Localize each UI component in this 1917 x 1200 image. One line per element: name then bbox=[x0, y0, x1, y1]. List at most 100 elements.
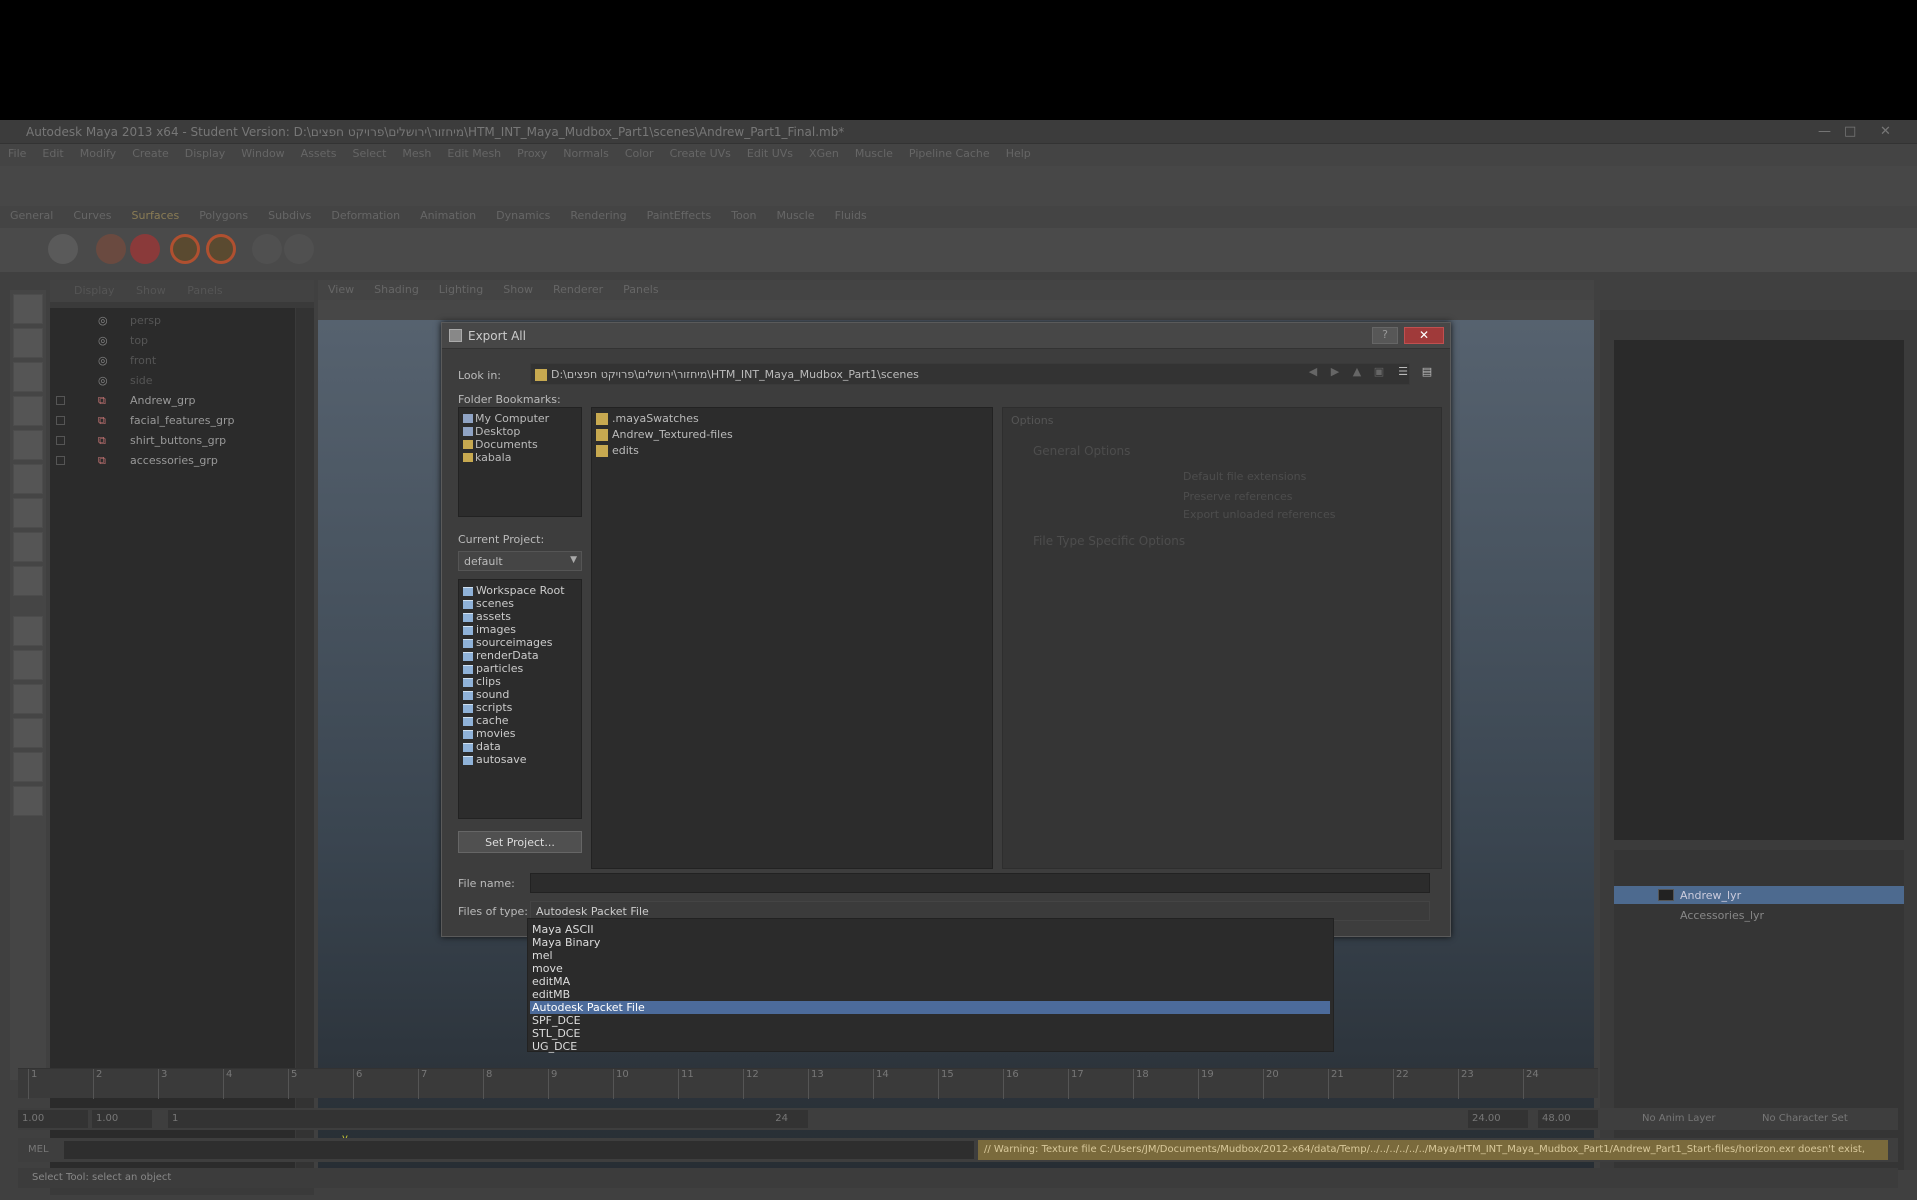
shelf-tab-surfaces[interactable]: Surfaces bbox=[122, 206, 190, 225]
lasso-tool-icon[interactable] bbox=[13, 328, 43, 358]
file-type-option[interactable]: Maya Binary bbox=[530, 936, 1330, 949]
up-folder-icon[interactable]: ▲ bbox=[1348, 365, 1366, 383]
shelf-tab-subdivs[interactable]: Subdivs bbox=[258, 206, 321, 225]
menu-display[interactable]: Display bbox=[177, 144, 234, 163]
outliner-item[interactable]: persp bbox=[130, 314, 161, 327]
menu-proxy[interactable]: Proxy bbox=[509, 144, 555, 163]
shelf-tab-toon[interactable]: Toon bbox=[721, 206, 766, 225]
menu-file[interactable]: File bbox=[0, 144, 34, 163]
minimize-icon[interactable]: — bbox=[1818, 124, 1831, 139]
rotate-tool-icon[interactable] bbox=[13, 430, 43, 460]
shelf-tab-curves[interactable]: Curves bbox=[63, 206, 121, 225]
outliner-item[interactable]: facial_features_grp bbox=[130, 414, 234, 427]
menu-xgen[interactable]: XGen bbox=[801, 144, 847, 163]
file-type-option[interactable]: STL_DCE bbox=[530, 1027, 1330, 1040]
dope-sheet-layout-icon[interactable] bbox=[13, 786, 43, 816]
single-pane-layout-icon[interactable] bbox=[13, 616, 43, 646]
outliner-item[interactable]: top bbox=[130, 334, 148, 347]
file-type-option[interactable]: SPF_DCE bbox=[530, 1014, 1330, 1027]
project-folder-item[interactable]: assets bbox=[463, 610, 511, 623]
menu-mesh[interactable]: Mesh bbox=[394, 144, 439, 163]
list-view-icon[interactable]: ☰ bbox=[1394, 365, 1412, 383]
shelf-tab-fluids[interactable]: Fluids bbox=[825, 206, 877, 225]
shelf-tab-dynamics[interactable]: Dynamics bbox=[486, 206, 560, 225]
project-folder-item[interactable]: sound bbox=[463, 688, 509, 701]
anim-layer-field[interactable]: No Anim Layer bbox=[1638, 1110, 1738, 1128]
option-export-unloaded[interactable]: Export unloaded references bbox=[1183, 508, 1335, 521]
shelf-tab-general[interactable]: General bbox=[0, 206, 63, 225]
shelf-tool2-icon[interactable] bbox=[284, 234, 314, 264]
shelf-circle-icon[interactable] bbox=[170, 234, 200, 264]
menu-edit-uvs[interactable]: Edit UVs bbox=[739, 144, 801, 163]
viewport-menu-lighting[interactable]: Lighting bbox=[429, 280, 493, 299]
file-name-input[interactable] bbox=[530, 873, 1430, 893]
menu-assets[interactable]: Assets bbox=[293, 144, 345, 163]
viewport-menu-show[interactable]: Show bbox=[493, 280, 543, 299]
current-project-select[interactable]: default ▼ bbox=[458, 551, 582, 571]
dialog-help-button[interactable]: ? bbox=[1372, 327, 1398, 344]
menu-select[interactable]: Select bbox=[344, 144, 394, 163]
project-folder-item[interactable]: Workspace Root bbox=[463, 584, 565, 597]
outliner-menu-show[interactable]: Show bbox=[136, 284, 166, 297]
menu-color[interactable]: Color bbox=[617, 144, 662, 163]
outliner-menu-display[interactable]: Display bbox=[74, 284, 115, 297]
file-list-item[interactable]: .mayaSwatches bbox=[596, 412, 699, 425]
file-type-option[interactable]: move bbox=[530, 962, 1330, 975]
menu-create-uvs[interactable]: Create UVs bbox=[662, 144, 739, 163]
menu-window[interactable]: Window bbox=[233, 144, 292, 163]
four-pane-layout-icon[interactable] bbox=[13, 650, 43, 680]
forward-icon[interactable]: ▶ bbox=[1326, 365, 1344, 383]
outliner-item[interactable]: accessories_grp bbox=[130, 454, 218, 467]
shelf-tab-animation[interactable]: Animation bbox=[410, 206, 486, 225]
close-icon[interactable]: ✕ bbox=[1880, 124, 1891, 139]
expand-icon[interactable] bbox=[56, 396, 65, 405]
move-tool-icon[interactable] bbox=[13, 396, 43, 426]
option-preserve-references[interactable]: Preserve references bbox=[1183, 490, 1293, 503]
dialog-close-button[interactable]: ✕ bbox=[1404, 327, 1444, 344]
scale-tool-icon[interactable] bbox=[13, 464, 43, 494]
shelf-circle2-icon[interactable] bbox=[206, 234, 236, 264]
general-options-section[interactable]: General Options bbox=[1033, 444, 1130, 458]
command-input[interactable] bbox=[64, 1141, 974, 1159]
bookmark-item[interactable]: My Computer bbox=[463, 412, 549, 425]
expand-icon[interactable] bbox=[56, 456, 65, 465]
outliner-scrollbar[interactable] bbox=[296, 308, 314, 1178]
shelf-curve-icon[interactable] bbox=[96, 234, 126, 264]
time-slider[interactable]: 1 2 3 4 5 6 7 8 9 10 11 12 13 14 15 16 17 18 19 20 21 22 23 24 bbox=[18, 1068, 1598, 1099]
range-bar[interactable]: 1 24 bbox=[168, 1110, 808, 1128]
outliner-layout-icon[interactable] bbox=[13, 684, 43, 714]
select-tool-icon[interactable] bbox=[13, 294, 43, 324]
file-type-option[interactable]: Maya ASCII bbox=[530, 923, 1330, 936]
menu-modify[interactable]: Modify bbox=[72, 144, 124, 163]
project-folder-item[interactable]: sourceimages bbox=[463, 636, 553, 649]
end-time-field[interactable]: 48.00 bbox=[1538, 1110, 1598, 1128]
file-type-option[interactable]: editMB bbox=[530, 988, 1330, 1001]
menu-create[interactable]: Create bbox=[124, 144, 177, 163]
shelf-tab-rendering[interactable]: Rendering bbox=[560, 206, 636, 225]
back-icon[interactable]: ◀ bbox=[1304, 365, 1322, 383]
project-folder-item[interactable]: particles bbox=[463, 662, 523, 675]
menu-edit-mesh[interactable]: Edit Mesh bbox=[439, 144, 509, 163]
shelf-tab-polygons[interactable]: Polygons bbox=[189, 206, 258, 225]
file-list-item[interactable]: Andrew_Textured-files bbox=[596, 428, 733, 441]
project-folder-item[interactable]: autosave bbox=[463, 753, 527, 766]
shelf-tab-deformation[interactable]: Deformation bbox=[321, 206, 410, 225]
outliner-menu-panels[interactable]: Panels bbox=[187, 284, 222, 297]
hypershade-layout-icon[interactable] bbox=[13, 752, 43, 782]
shelf-curve2-icon[interactable] bbox=[130, 234, 160, 264]
project-folder-item[interactable]: cache bbox=[463, 714, 509, 727]
file-type-option[interactable]: UG_DCE bbox=[530, 1040, 1330, 1053]
character-set-field[interactable]: No Character Set bbox=[1758, 1110, 1868, 1128]
detail-view-icon[interactable]: ▤ bbox=[1418, 365, 1436, 383]
menu-pipeline-cache[interactable]: Pipeline Cache bbox=[901, 144, 998, 163]
start-time-field[interactable]: 1.00 bbox=[18, 1110, 88, 1128]
project-folder-item[interactable]: scripts bbox=[463, 701, 512, 714]
expand-icon[interactable] bbox=[56, 436, 65, 445]
shelf-star-icon[interactable] bbox=[48, 234, 78, 264]
expand-icon[interactable] bbox=[56, 416, 65, 425]
playback-start-field[interactable]: 1.00 bbox=[92, 1110, 152, 1128]
shelf-tab-muscle[interactable]: Muscle bbox=[766, 206, 824, 225]
menu-help[interactable]: Help bbox=[998, 144, 1039, 163]
maximize-icon[interactable]: □ bbox=[1844, 124, 1856, 139]
bookmark-item[interactable]: Desktop bbox=[463, 425, 520, 438]
